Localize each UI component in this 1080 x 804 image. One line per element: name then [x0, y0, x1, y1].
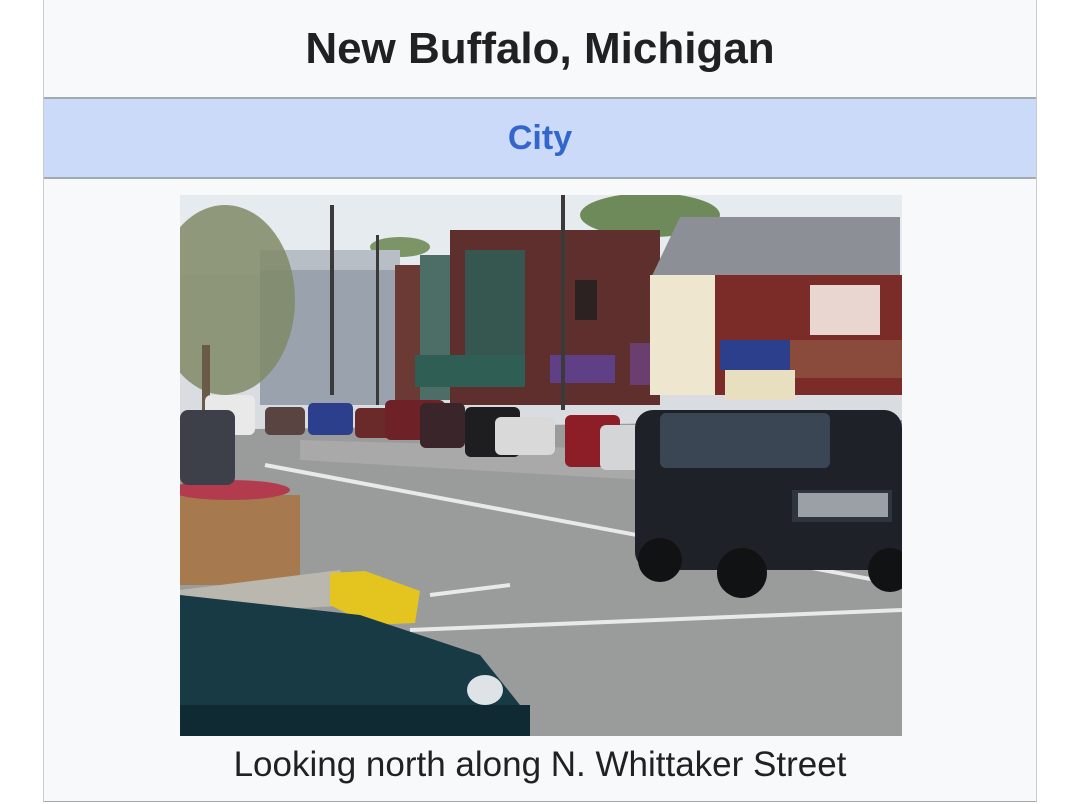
infobox: New Buffalo, Michigan City Looking north… [43, 0, 1037, 802]
settlement-type-link[interactable]: City [44, 99, 1036, 179]
street-photo-illustration [180, 195, 902, 736]
street-photo[interactable] [180, 195, 902, 736]
photo-caption: Looking north along N. Whittaker Street [233, 745, 847, 784]
infobox-title: New Buffalo, Michigan [44, 0, 1036, 99]
